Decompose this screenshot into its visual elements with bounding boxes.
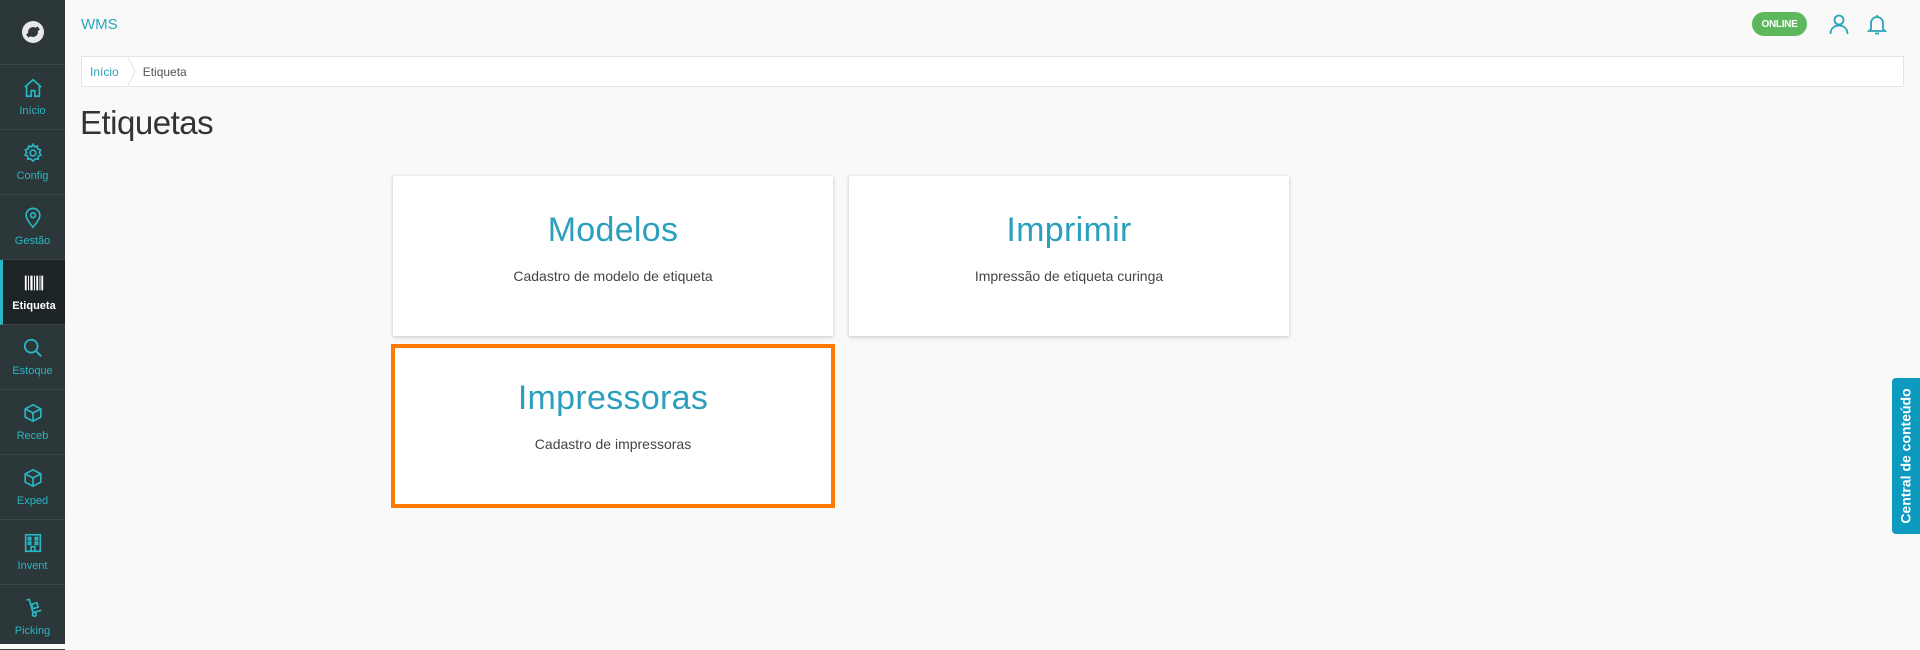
card-title: Imprimir bbox=[1006, 211, 1132, 249]
card-modelos[interactable]: Modelos Cadastro de modelo de etiqueta bbox=[393, 176, 833, 336]
app-logo[interactable] bbox=[0, 0, 65, 65]
breadcrumb-current: Etiqueta bbox=[142, 64, 187, 79]
sidebar-item-label: Picking bbox=[14, 625, 51, 637]
hand-truck-icon bbox=[26, 598, 41, 618]
search-icon bbox=[23, 338, 42, 357]
bell-icon[interactable] bbox=[1865, 12, 1889, 36]
sidebar-item-estoque[interactable]: Estoque bbox=[0, 325, 65, 390]
sidebar-item-picking[interactable]: Picking bbox=[0, 585, 65, 650]
box-icon bbox=[23, 403, 42, 423]
card-description: Cadastro de impressoras bbox=[534, 436, 692, 452]
sidebar-item-exped[interactable]: Exped bbox=[0, 455, 65, 520]
sidebar-item-etiqueta[interactable]: Etiqueta bbox=[0, 260, 65, 325]
card-title: Modelos bbox=[547, 211, 679, 249]
sidebar-item-invent[interactable]: Invent bbox=[0, 520, 65, 585]
box-icon bbox=[23, 468, 42, 488]
sidebar-item-label: Gestão bbox=[14, 235, 51, 247]
app-logo-icon bbox=[21, 21, 44, 43]
barcode-icon bbox=[24, 275, 44, 291]
gear-icon bbox=[23, 142, 42, 163]
sidebar-item-label: Estoque bbox=[12, 365, 53, 377]
sidebar-item-inicio[interactable]: Início bbox=[0, 65, 65, 130]
card-impressoras[interactable]: Impressoras Cadastro de impressoras bbox=[391, 344, 835, 508]
breadcrumb-home-link[interactable]: Início bbox=[82, 65, 133, 79]
building-icon bbox=[24, 533, 41, 553]
card-description: Cadastro de modelo de etiqueta bbox=[513, 268, 713, 284]
card-title: Impressoras bbox=[517, 379, 709, 417]
page-title: Etiquetas bbox=[80, 104, 214, 141]
home-icon bbox=[23, 78, 42, 98]
status-badge: ONLINE bbox=[1752, 12, 1807, 36]
app-title[interactable]: WMS bbox=[81, 16, 118, 33]
card-imprimir[interactable]: Imprimir Impressão de etiqueta curinga bbox=[849, 176, 1289, 336]
location-pin-icon bbox=[24, 207, 41, 229]
sidebar-item-config[interactable]: Config bbox=[0, 130, 65, 195]
side-tab-label: Central de conteúdo bbox=[1898, 388, 1915, 524]
breadcrumb: Início Etiqueta bbox=[81, 56, 1904, 87]
sidebar: Início Config Gestão Etiqueta Estoque Re… bbox=[0, 0, 65, 650]
sidebar-item-label: Etiqueta bbox=[12, 300, 56, 312]
user-icon[interactable] bbox=[1827, 12, 1851, 36]
sidebar-item-label: Exped bbox=[16, 495, 49, 507]
breadcrumb-separator bbox=[127, 57, 136, 86]
card-description: Impressão de etiqueta curinga bbox=[974, 268, 1164, 284]
central-de-conteudo-tab[interactable]: Central de conteúdo bbox=[1892, 378, 1920, 534]
sidebar-item-gestao[interactable]: Gestão bbox=[0, 195, 65, 260]
sidebar-item-receb[interactable]: Receb bbox=[0, 390, 65, 455]
sidebar-item-label: Invent bbox=[17, 560, 48, 572]
sidebar-item-label: Receb bbox=[16, 430, 49, 442]
sidebar-item-label: Início bbox=[19, 105, 46, 117]
sidebar-item-label: Config bbox=[16, 170, 49, 182]
